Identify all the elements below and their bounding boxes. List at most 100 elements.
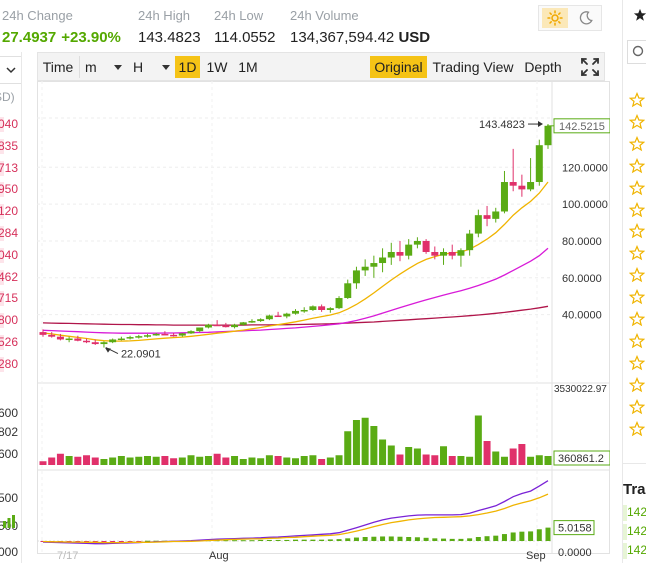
star-icon[interactable] xyxy=(628,223,646,239)
ask-price: 284 xyxy=(0,226,18,240)
candle-body xyxy=(413,240,421,245)
ask-row[interactable]: 280 xyxy=(0,356,21,373)
star-icon[interactable] xyxy=(628,245,646,261)
macd-hist-bar xyxy=(310,539,316,541)
bid-row[interactable]: 600 xyxy=(0,446,21,463)
macd-hist-bar xyxy=(362,537,368,541)
ask-row[interactable]: 040 xyxy=(0,247,21,264)
volume-bar xyxy=(396,454,404,465)
star-icon[interactable] xyxy=(628,332,646,349)
macd-hist-bar xyxy=(232,540,238,542)
candle-body xyxy=(204,324,212,328)
volume-bar xyxy=(39,461,47,465)
star-icon[interactable] xyxy=(628,135,646,152)
volume-bar xyxy=(222,457,230,465)
candle-body xyxy=(231,324,239,328)
star-icon[interactable] xyxy=(628,179,646,196)
candle-body xyxy=(74,338,82,341)
hour-interval-select[interactable]: H xyxy=(129,56,173,78)
bid-row[interactable]: 600 xyxy=(0,405,21,422)
candle-body xyxy=(344,283,352,299)
chart-frame xyxy=(37,81,610,554)
candle-body xyxy=(126,337,134,339)
ask-price: 713 xyxy=(0,160,18,175)
star-icon[interactable] xyxy=(628,201,646,218)
ask-row[interactable]: 950 xyxy=(0,181,21,198)
candle-body xyxy=(309,306,317,310)
max-price-marker: 143.4823 xyxy=(479,119,525,131)
candle-body xyxy=(431,251,439,256)
tradingview-button[interactable]: Trading View xyxy=(431,56,515,78)
interval-1d-button[interactable]: 1D xyxy=(175,56,200,78)
macd-hist-bar xyxy=(353,537,359,541)
bid-price: 600 xyxy=(0,406,18,420)
macd-hist-bar xyxy=(293,539,298,541)
dark-theme-button[interactable] xyxy=(573,8,599,28)
ask-row[interactable]: 120 xyxy=(0,203,21,220)
favorites-tab[interactable] xyxy=(623,0,646,30)
star-icon[interactable] xyxy=(628,91,646,108)
moon-icon xyxy=(579,11,593,25)
ask-row[interactable]: 284 xyxy=(0,225,21,242)
candle-body xyxy=(361,266,369,271)
candle-body xyxy=(387,251,395,258)
volume-bar xyxy=(527,456,535,465)
volume-bar xyxy=(440,446,448,465)
precision-dropdown[interactable] xyxy=(0,56,21,84)
star-icon[interactable] xyxy=(628,354,646,371)
bid-row[interactable]: 500 xyxy=(0,490,21,507)
ask-row[interactable]: 526 xyxy=(0,334,21,351)
candle-body xyxy=(492,211,500,219)
interval-1w-button[interactable]: 1W xyxy=(203,56,231,78)
minute-interval-select[interactable]: m xyxy=(81,56,125,78)
ask-row[interactable]: 715 xyxy=(0,290,21,307)
star-icon[interactable] xyxy=(628,267,646,283)
depth-bars-icon xyxy=(2,514,16,528)
star-icon[interactable] xyxy=(628,157,646,174)
candle-body xyxy=(48,334,56,337)
volume-bar xyxy=(239,459,247,465)
ask-row[interactable]: 800 xyxy=(0,312,21,329)
ask-row[interactable]: 835 xyxy=(0,138,21,155)
expand-icon[interactable] xyxy=(580,57,600,77)
bid-row[interactable]: 000 xyxy=(0,544,21,561)
caret-down-icon xyxy=(162,65,170,70)
volume-bar xyxy=(318,459,326,465)
volume-bar xyxy=(326,457,334,465)
candle-body xyxy=(422,240,430,252)
ask-row[interactable]: 713 xyxy=(0,160,21,177)
last-price-tag: 142.5215 xyxy=(559,121,605,133)
time-button[interactable]: Time xyxy=(40,56,76,78)
stat-label: 24h Change xyxy=(2,8,73,23)
star-icon[interactable] xyxy=(628,376,646,393)
ma-short-line xyxy=(42,181,549,342)
candle-body xyxy=(335,298,343,309)
star-icon[interactable] xyxy=(628,113,646,130)
macd-hist-bar xyxy=(266,539,272,541)
volume-bar xyxy=(265,455,273,465)
price-chart[interactable]: 120.0000 100.0000 80.0000 60.0000 40.0000 143… xyxy=(37,81,610,563)
candle-body xyxy=(135,336,143,338)
volume-bar xyxy=(170,458,178,465)
star-icon[interactable] xyxy=(628,420,646,437)
original-view-button[interactable]: Original xyxy=(370,56,427,78)
bid-price: 600 xyxy=(0,447,18,461)
volume-bar xyxy=(483,441,491,465)
interval-1m-button[interactable]: 1M xyxy=(234,56,262,78)
volume-bar xyxy=(361,417,369,465)
volume-bar xyxy=(535,455,543,465)
depth-button[interactable]: Depth xyxy=(519,56,567,78)
bid-row[interactable]: 802 xyxy=(0,424,21,441)
ask-row[interactable]: 462 xyxy=(0,269,21,286)
light-theme-button[interactable] xyxy=(542,8,568,28)
candle-body xyxy=(248,321,256,323)
star-icon[interactable] xyxy=(628,310,646,327)
star-icon[interactable] xyxy=(628,289,646,305)
stat-value: 27.4937 +23.90% xyxy=(2,27,121,49)
volume-bar xyxy=(91,457,99,465)
market-search-input[interactable] xyxy=(627,40,646,64)
volume-bar xyxy=(56,453,64,465)
star-icon[interactable] xyxy=(628,398,646,415)
ask-row[interactable]: 040 xyxy=(0,116,21,133)
market-list-panel: Tra 142 142 142 xyxy=(622,0,646,563)
